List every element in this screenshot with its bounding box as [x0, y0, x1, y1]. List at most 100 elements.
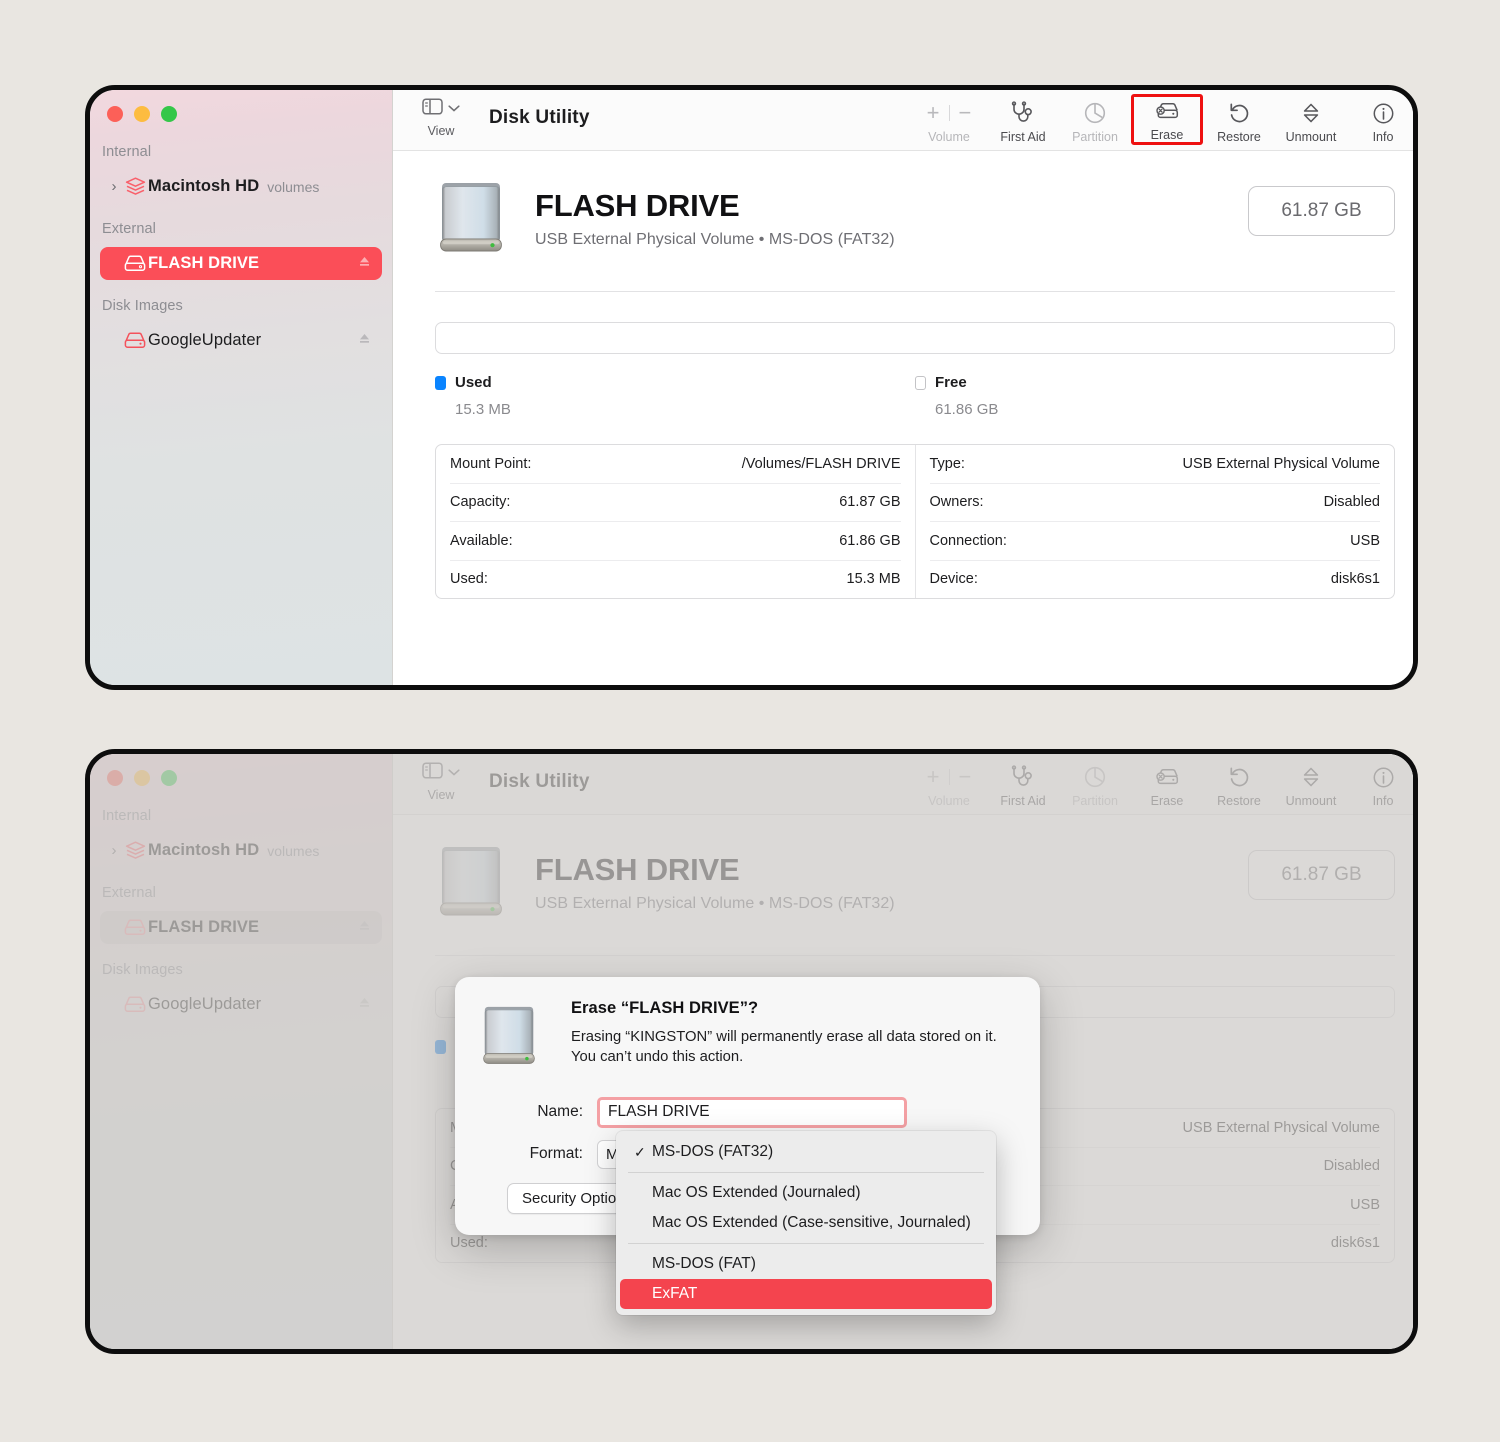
minus-sign[interactable]: −	[959, 766, 972, 788]
external-drive-icon	[122, 919, 148, 936]
capacity-bar	[435, 322, 1395, 354]
chevron-right-icon[interactable]: ›	[106, 179, 122, 194]
dropdown-option-msdos-fat32[interactable]: ✓ MS-DOS (FAT32)	[620, 1137, 992, 1167]
toolbar: View Disk Utility + − Volume First Aid P…	[393, 754, 1413, 815]
volume-header: FLASH DRIVE USB External Physical Volume…	[435, 843, 1395, 921]
sidebar-item-macintosh-hd[interactable]: › Macintosh HD volumes	[100, 834, 382, 867]
restore-button[interactable]: Restore	[1203, 761, 1275, 808]
eject-icon[interactable]	[357, 995, 372, 1015]
sidebar-item-label: Macintosh HD	[148, 177, 260, 195]
info-value: 61.87 GB	[839, 494, 901, 511]
table-row: Available: 61.86 GB	[450, 522, 901, 561]
checkmark-icon: ✓	[634, 1143, 646, 1160]
maximize-button[interactable]	[161, 770, 177, 786]
dropdown-option-mac-os-extended-journaled[interactable]: Mac OS Extended (Journaled)	[620, 1178, 992, 1208]
sidebar-item-label: GoogleUpdater	[148, 331, 262, 349]
partition-button[interactable]: Partition	[1059, 761, 1131, 808]
unmount-button[interactable]: Unmount	[1275, 761, 1347, 808]
volume-button[interactable]: + − Volume	[911, 761, 987, 809]
view-button[interactable]: View	[415, 762, 467, 802]
free-value: 61.86 GB	[935, 401, 999, 418]
plus-sign[interactable]: +	[927, 102, 940, 124]
sidebar-section-disk-images: Disk Images	[102, 298, 183, 314]
restore-arrow-icon	[1227, 100, 1251, 126]
restore-button[interactable]: Restore	[1203, 97, 1275, 144]
used-swatch	[435, 1039, 446, 1054]
used-label: Used	[455, 374, 492, 391]
free-label: Free	[935, 374, 967, 391]
sidebar-item-sublabel: volumes	[267, 178, 320, 195]
sidebar-toggle-icon[interactable]	[422, 98, 443, 120]
volume-info-table: Mount Point: /Volumes/FLASH DRIVE Capaci…	[435, 444, 1395, 599]
dropdown-option-mac-os-extended-case-sensitive-journaled[interactable]: Mac OS Extended (Case-sensitive, Journal…	[620, 1208, 992, 1238]
table-row: Connection: USB	[929, 522, 1380, 561]
info-key: Owners:	[929, 494, 984, 511]
volume-button[interactable]: + − Volume	[911, 97, 987, 145]
maximize-button[interactable]	[161, 106, 177, 122]
view-label: View	[427, 124, 455, 138]
chevron-right-icon[interactable]: ›	[106, 843, 122, 858]
sidebar-section-internal: Internal	[102, 144, 152, 160]
name-input-value: FLASH DRIVE	[608, 1103, 710, 1120]
info-value: /Volumes/FLASH DRIVE	[741, 455, 901, 472]
sidebar-item-macintosh-hd[interactable]: › Macintosh HD volumes	[100, 170, 382, 203]
restore-label: Restore	[1217, 794, 1261, 808]
sidebar-item-googleupdater[interactable]: GoogleUpdater	[100, 988, 382, 1021]
info-value: USB External Physical Volume	[1182, 1119, 1380, 1136]
pie-chart-icon	[1083, 764, 1107, 790]
name-label: Name:	[537, 1103, 583, 1120]
toolbar-actions: + − Volume First Aid Partition Erase Res…	[911, 761, 1413, 809]
close-button[interactable]	[107, 770, 123, 786]
plus-sign[interactable]: +	[927, 766, 940, 788]
info-button[interactable]: Info	[1347, 761, 1413, 808]
table-row: Device: disk6s1	[930, 561, 1381, 599]
erase-button[interactable]: Erase	[1131, 94, 1203, 145]
stack-icon	[122, 177, 148, 196]
plus-minus-icon: + −	[927, 764, 972, 790]
name-input[interactable]: FLASH DRIVE	[597, 1096, 907, 1128]
chevron-down-icon[interactable]	[448, 764, 460, 782]
erase-label: Erase	[1150, 128, 1184, 142]
volume-name: FLASH DRIVE	[535, 188, 740, 223]
dialog-title: Erase “FLASH DRIVE”?	[571, 999, 759, 1017]
sidebar-item-flash-drive[interactable]: FLASH DRIVE	[100, 247, 382, 280]
minus-sign[interactable]: −	[959, 102, 972, 124]
eject-icon[interactable]	[357, 918, 372, 938]
volume-detail: FLASH DRIVE USB External Physical Volume…	[393, 151, 1413, 599]
legend-used: Used 15.3 MB	[435, 374, 915, 418]
minimize-button[interactable]	[134, 770, 150, 786]
eject-icon[interactable]	[357, 331, 372, 351]
sidebar-item-flash-drive[interactable]: FLASH DRIVE	[100, 911, 382, 944]
sidebar: Internal › Macintosh HD volumes External…	[90, 754, 393, 1349]
info-label: Info	[1372, 130, 1394, 144]
capacity-badge: 61.87 GB	[1248, 186, 1395, 236]
view-button[interactable]: View	[415, 98, 467, 138]
info-key: Used:	[450, 1235, 488, 1252]
first-aid-button[interactable]: First Aid	[987, 761, 1059, 808]
close-button[interactable]	[107, 106, 123, 122]
info-button[interactable]: Info	[1347, 97, 1413, 144]
info-key: Used:	[450, 571, 488, 588]
dropdown-option-exfat[interactable]: ExFAT	[620, 1279, 992, 1309]
dialog-message: Erasing “KINGSTON” will permanently eras…	[571, 1029, 997, 1066]
info-label: Info	[1372, 794, 1394, 808]
name-row: Name: FLASH DRIVE	[479, 1095, 1016, 1129]
sidebar-item-googleupdater[interactable]: GoogleUpdater	[100, 324, 382, 357]
sidebar: Internal › Macintosh HD volumes External…	[90, 90, 393, 685]
partition-button[interactable]: Partition	[1059, 97, 1131, 144]
eject-icon[interactable]	[357, 254, 372, 274]
first-aid-button[interactable]: First Aid	[987, 97, 1059, 144]
sidebar-toggle-icon[interactable]	[422, 762, 443, 784]
dropdown-option-label: MS-DOS (FAT32)	[652, 1143, 774, 1160]
dropdown-option-label: MS-DOS (FAT)	[652, 1255, 756, 1272]
minimize-button[interactable]	[134, 106, 150, 122]
unmount-button[interactable]: Unmount	[1275, 97, 1347, 144]
erase-button[interactable]: Erase	[1131, 761, 1203, 808]
divider	[948, 769, 950, 785]
dropdown-option-msdos-fat[interactable]: MS-DOS (FAT)	[620, 1249, 992, 1279]
chevron-down-icon[interactable]	[448, 100, 460, 118]
info-value: USB	[1350, 532, 1380, 549]
toolbar: View Disk Utility + − Volume First Aid P…	[393, 90, 1413, 151]
info-value: 15.3 MB	[846, 571, 901, 588]
info-column-right: Type: USB External Physical Volume Owner…	[916, 445, 1395, 598]
